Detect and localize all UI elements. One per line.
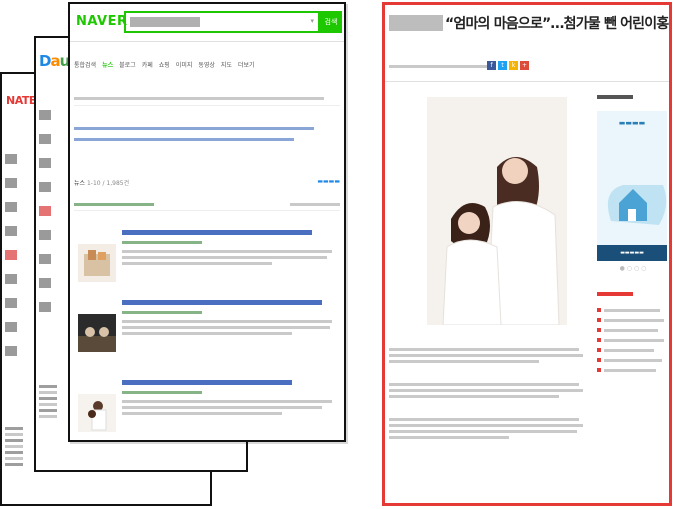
share-buttons: f t k +: [487, 61, 529, 70]
chevron-down-icon[interactable]: ▾: [310, 17, 314, 25]
nate-side-menu: [5, 154, 27, 370]
blurred-brand: [389, 15, 443, 31]
naver-header: NAVER ▾ 검색: [70, 4, 344, 42]
news-count: 1-10 / 1,985건: [86, 180, 130, 187]
sort-bar[interactable]: [74, 201, 340, 211]
news-article-window: “엄마의 마음으로”…첨가물 뺀 어린이홍삼 눈길 f t k + ▬▬▬▬: [382, 2, 672, 506]
tab-shopping[interactable]: 쇼핑: [159, 60, 170, 69]
naver-search-input[interactable]: ▾: [124, 11, 320, 33]
news-result-3[interactable]: [74, 380, 340, 440]
article-photo: [427, 97, 567, 325]
result-thumbnail[interactable]: [78, 394, 116, 432]
result-thumbnail[interactable]: [78, 314, 116, 352]
share-more-icon[interactable]: +: [520, 61, 529, 70]
tab-cafe[interactable]: 카페: [142, 60, 153, 69]
tab-integrated[interactable]: 통합검색: [74, 60, 96, 69]
ad-footer: ▬▬▬▬▬: [597, 245, 667, 261]
tab-video[interactable]: 동영상: [198, 60, 215, 69]
sidebar-advertisement[interactable]: ▬▬▬▬ ▬▬▬▬▬: [597, 111, 667, 261]
naver-search-window: NAVER ▾ 검색 통합검색 뉴스 블로그 카페 쇼핑 이미지 동영상 지도 …: [68, 2, 346, 442]
divider: [385, 81, 669, 82]
tab-map[interactable]: 지도: [221, 60, 232, 69]
naver-logo[interactable]: NAVER: [76, 14, 128, 29]
search-query-blurred: [130, 17, 200, 27]
article-sidebar: ▬▬▬▬ ▬▬▬▬▬ ● ○ ○ ○: [597, 95, 669, 378]
tab-more[interactable]: 더보기: [238, 60, 255, 69]
nate-side-list: [5, 424, 23, 469]
tab-news[interactable]: 뉴스: [102, 60, 113, 69]
daum-side-list: [39, 382, 57, 421]
facebook-icon[interactable]: f: [487, 61, 496, 70]
carousel-dots[interactable]: ● ○ ○ ○: [597, 265, 669, 272]
news-settings-link[interactable]: ▬▬▬▬: [317, 178, 340, 187]
naver-tabs: 통합검색 뉴스 블로그 카페 쇼핑 이미지 동영상 지도 더보기: [74, 60, 340, 69]
tab-image[interactable]: 이미지: [176, 60, 193, 69]
news-label: 뉴스: [74, 180, 86, 187]
article-headline: “엄마의 마음으로”…첨가물 뺀 어린이홍삼 눈길: [389, 13, 669, 33]
tab-blog[interactable]: 블로그: [119, 60, 136, 69]
kakao-icon[interactable]: k: [509, 61, 518, 70]
daum-side-menu: [39, 110, 61, 326]
article-body: [389, 345, 585, 442]
related-searches: [74, 124, 340, 144]
news-result-2[interactable]: [74, 300, 340, 370]
twitter-icon[interactable]: t: [498, 61, 507, 70]
news-results-header: 뉴스 1-10 / 1,985건 ▬▬▬▬: [74, 178, 340, 211]
article-byline: [389, 65, 489, 68]
search-options-bar[interactable]: [74, 92, 340, 106]
search-button[interactable]: 검색: [320, 11, 342, 33]
result-thumbnail[interactable]: [78, 244, 116, 282]
news-result-1[interactable]: [74, 230, 340, 300]
